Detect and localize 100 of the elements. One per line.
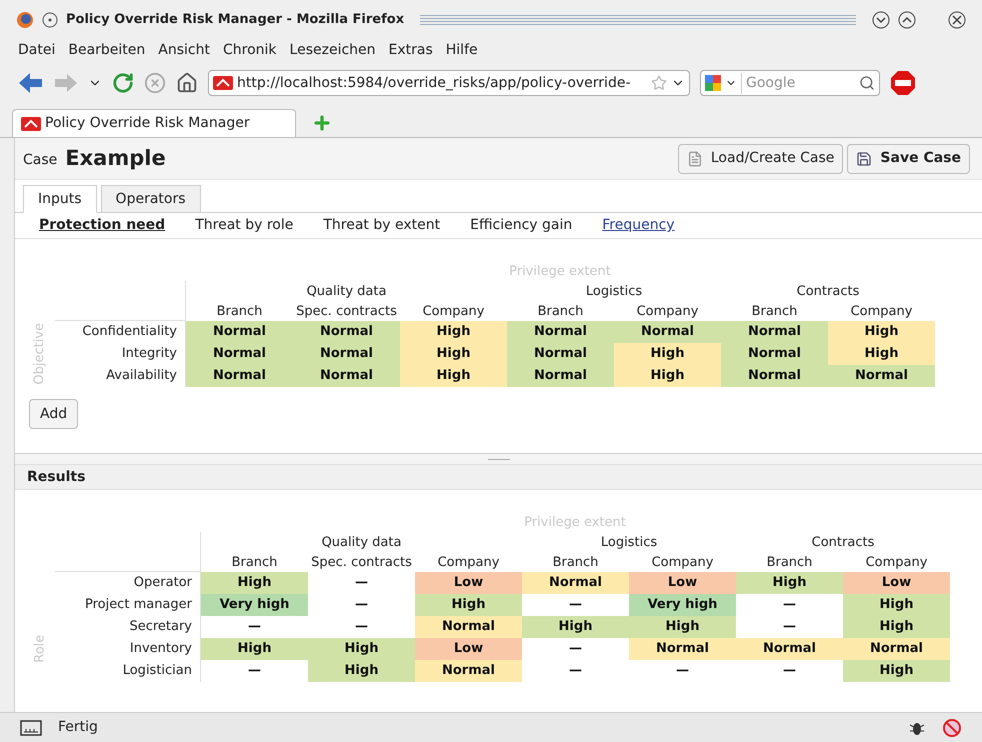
bookmark-star-icon[interactable] <box>651 75 667 91</box>
table-cell: Low <box>843 572 950 594</box>
table-cell: Normal <box>736 638 843 660</box>
stop-sign-icon[interactable] <box>890 70 916 96</box>
table-cell-text: — <box>782 662 797 680</box>
row-header: Inventory <box>130 640 192 658</box>
row-header: Logistician <box>122 662 192 680</box>
table-cell-text: — <box>568 640 583 658</box>
table-cell-text: — <box>354 618 369 636</box>
search-input[interactable]: Google <box>741 72 855 94</box>
table-cell: High <box>201 572 308 594</box>
table-cell-text: — <box>782 618 797 636</box>
table-cell: High <box>614 365 721 387</box>
search-icon[interactable] <box>859 75 875 91</box>
column-group-header: Logistics <box>586 282 642 300</box>
reload-icon[interactable] <box>112 72 134 94</box>
column-header: Branch <box>766 554 812 572</box>
table-cell-text: — <box>568 596 583 614</box>
add-button[interactable]: Add <box>29 399 78 429</box>
menu-item[interactable]: Lesezeichen <box>290 40 376 60</box>
column-header: Spec. contracts <box>296 302 397 320</box>
column-header: Branch <box>752 302 798 320</box>
menu-item[interactable]: Extras <box>388 40 433 60</box>
table-cell: Normal <box>614 321 721 343</box>
document-icon <box>686 150 703 166</box>
menu-item[interactable]: Bearbeiten <box>68 40 146 60</box>
row-header: Project manager <box>84 596 192 614</box>
table-cell-text: — <box>354 596 369 614</box>
table-cell: High <box>828 321 935 343</box>
site-icon <box>213 76 233 90</box>
subtab[interactable]: Threat by role <box>195 215 294 236</box>
table-cell: High <box>629 616 736 638</box>
column-header: Branch <box>538 302 584 320</box>
browser-tab[interactable]: Policy Override Risk Manager <box>12 109 296 137</box>
table-cell: High <box>843 616 950 638</box>
column-group-header: Quality data <box>322 534 402 552</box>
save-case-button[interactable]: Save Case <box>847 144 970 174</box>
table-cell-text: — <box>354 574 369 592</box>
table-cell: Normal <box>629 638 736 660</box>
tab[interactable]: Inputs <box>23 185 97 213</box>
column-group-header: Quality data <box>306 282 386 300</box>
frequency-link[interactable]: Frequency <box>602 215 675 236</box>
menu-item[interactable]: Chronik <box>222 40 277 60</box>
column-header: Spec. contracts <box>311 554 412 572</box>
subtab[interactable]: Threat by extent <box>323 215 440 236</box>
table-cell: Normal <box>507 365 614 387</box>
table-cell: Normal <box>186 321 293 343</box>
column-header: Company <box>438 554 500 572</box>
status-text: Fertig <box>58 718 98 737</box>
column-group-header: Logistics <box>600 534 658 552</box>
table-cell: Normal <box>293 343 400 365</box>
back-arrow-icon[interactable] <box>18 72 44 94</box>
table-cell: High <box>201 638 308 660</box>
table-cell-text: — <box>568 662 583 680</box>
menu-item[interactable]: Hilfe <box>446 40 478 60</box>
table-cell: Low <box>415 638 522 660</box>
new-tab-icon[interactable] <box>312 113 332 133</box>
load-case-button[interactable]: Load/Create Case <box>678 144 844 174</box>
table-cell: Low <box>629 572 736 594</box>
table-cell: Normal <box>522 572 629 594</box>
table-cell: High <box>614 343 721 365</box>
results-heading: Results <box>27 468 86 486</box>
table-cell-text: — <box>782 596 797 614</box>
subtab[interactable]: Protection need <box>39 215 166 236</box>
table-cell-text: — <box>247 618 262 636</box>
column-header: Company <box>850 302 912 320</box>
table-cell: Normal <box>721 321 828 343</box>
home-icon[interactable] <box>176 72 198 94</box>
tab[interactable]: Operators <box>100 185 201 213</box>
table-cell: High <box>828 343 935 365</box>
blocked-icon[interactable] <box>942 718 962 738</box>
close-icon[interactable] <box>948 11 966 29</box>
table-cell: High <box>843 594 950 616</box>
column-header: Company <box>652 554 714 572</box>
window-title: Policy Override Risk Manager - Mozilla Firefox <box>66 11 404 30</box>
table-cell: Normal <box>507 321 614 343</box>
table-cell: Low <box>415 572 522 594</box>
table-cell: Very high <box>201 594 308 616</box>
table-cell: High <box>308 660 415 682</box>
site-icon <box>21 116 41 130</box>
table-cell: High <box>400 343 507 365</box>
table-cell: Normal <box>843 638 950 660</box>
table-cell: Very high <box>629 594 736 616</box>
menu-item[interactable]: Datei <box>18 40 56 60</box>
maximize-icon[interactable] <box>898 11 916 29</box>
column-group-header: Contracts <box>812 534 874 552</box>
minimize-icon[interactable] <box>872 11 890 29</box>
menu-item[interactable]: Ansicht <box>158 40 210 60</box>
table-cell: High <box>843 660 950 682</box>
table-cell-text: — <box>247 662 262 680</box>
table-cell-text: — <box>675 662 690 680</box>
case-name: Example <box>65 144 166 172</box>
table-cell: Normal <box>721 343 828 365</box>
row-header: Operator <box>134 574 192 592</box>
status-bar-icon <box>20 720 42 736</box>
subtab[interactable]: Efficiency gain <box>470 215 572 236</box>
window-menu-icon[interactable] <box>42 12 58 28</box>
search-bar[interactable]: Google <box>700 70 880 96</box>
address-field[interactable]: http://localhost:5984/override_risks/app/policy-override- <box>208 70 690 96</box>
table-cell: Normal <box>415 616 522 638</box>
